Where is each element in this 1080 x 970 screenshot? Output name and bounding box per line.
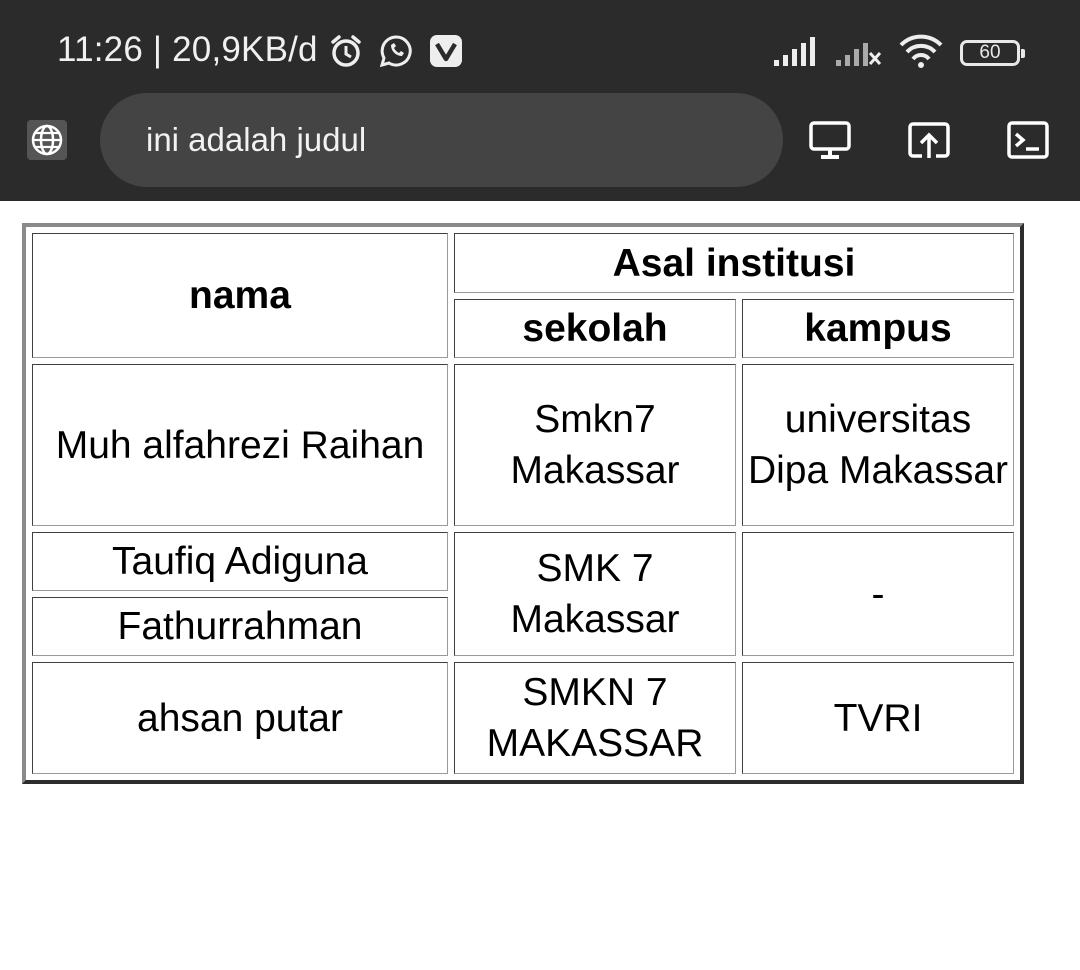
signal-no-sim-icon <box>834 35 882 71</box>
whatsapp-icon <box>378 33 414 73</box>
table-row: Taufiq Adiguna SMK 7 Makassar - <box>32 532 1014 656</box>
alarm-icon <box>328 33 364 73</box>
signal-icon <box>772 35 818 71</box>
cell-nama: Muh alfahrezi Raihan <box>32 364 448 526</box>
cell-nama: Taufiq Adiguna <box>32 532 448 591</box>
cell-sekolah: SMKN 7 MAKASSAR <box>454 662 736 774</box>
globe-icon <box>31 124 63 156</box>
status-time: 11:26 | 20,9KB/d <box>57 30 318 69</box>
url-bar[interactable]: ini adalah judul <box>100 93 783 187</box>
data-table: nama Asal institusi sekolah kampus Muh a… <box>22 223 1024 784</box>
console-button[interactable] <box>1007 120 1049 160</box>
desktop-icon <box>809 121 851 159</box>
header-asal-institusi: Asal institusi <box>454 233 1014 293</box>
terminal-icon <box>1007 121 1049 159</box>
battery-icon: 60 <box>960 40 1025 66</box>
header-sekolah: sekolah <box>454 299 736 358</box>
table-container: nama Asal institusi sekolah kampus Muh a… <box>22 223 1024 784</box>
wifi-icon <box>898 33 944 73</box>
notification-icons <box>328 33 464 73</box>
cell-kampus: - <box>742 532 1014 656</box>
cell-kampus: TVRI <box>742 662 1014 774</box>
page-title-text: ini adalah judul <box>146 121 367 158</box>
cell-sekolah: SMK 7 Makassar <box>454 532 736 656</box>
cell-nama: Fathurrahman <box>32 597 448 656</box>
cell-nama: ahsan putar <box>32 662 448 774</box>
share-icon <box>908 122 950 158</box>
share-button[interactable] <box>908 120 950 160</box>
table-row: Muh alfahrezi Raihan Smkn7 Makassar univ… <box>32 364 1014 526</box>
cell-kampus: universitas Dipa Makassar <box>742 364 1014 526</box>
browser-top-bar: 11:26 | 20,9KB/d 60 ini adalah judul <box>0 0 1080 201</box>
system-icons: 60 <box>772 33 1025 73</box>
header-kampus: kampus <box>742 299 1014 358</box>
battery-level: 60 <box>979 42 1001 63</box>
site-info-button[interactable] <box>27 120 67 160</box>
desktop-mode-button[interactable] <box>809 120 851 160</box>
header-nama: nama <box>32 233 448 358</box>
cell-sekolah: Smkn7 Makassar <box>454 364 736 526</box>
vivaldi-icon <box>428 33 464 73</box>
table-row: ahsan putar SMKN 7 MAKASSAR TVRI <box>32 662 1014 774</box>
